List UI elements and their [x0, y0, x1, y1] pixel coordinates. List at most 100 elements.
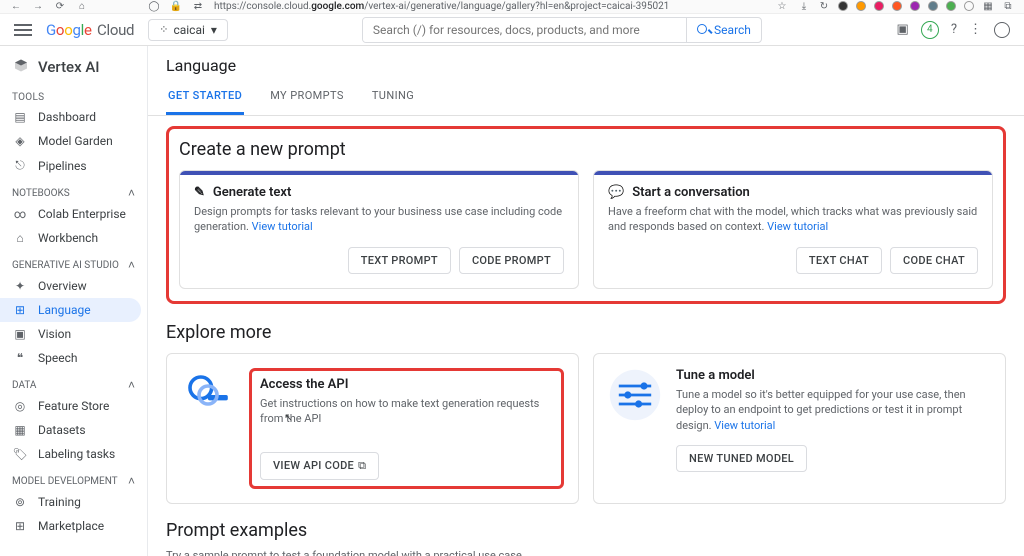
chevron-down-icon: ▾ [211, 23, 217, 37]
sidebar-item-datasets[interactable]: ▦Datasets [0, 418, 147, 442]
pencil-icon: ✎ [194, 185, 205, 200]
external-link-icon: ⧉ [358, 459, 366, 473]
vertex-ai-icon [12, 58, 30, 76]
url-prefix: https://console.cloud. [214, 1, 311, 12]
text-prompt-button[interactable]: TEXT PROMPT [348, 247, 451, 274]
pipelines-icon: ⎋ [12, 158, 28, 173]
speech-icon: ❝ [12, 351, 28, 365]
browser-chrome: ← → ⟳ ⌂ ◯ 🔒 ⇄ https://console.cloud.goog… [0, 0, 1024, 14]
sidebar-item-colab-enterprise[interactable]: ∞Colab Enterprise [0, 202, 147, 226]
tab-tuning[interactable]: TUNING [370, 79, 416, 115]
download-icon[interactable]: ⤓ [798, 1, 810, 13]
sliders-illustration [608, 368, 662, 422]
menu-icon[interactable] [14, 24, 32, 36]
terminal-icon[interactable]: ▣ [897, 22, 909, 37]
new-tuned-model-button[interactable]: NEW TUNED MODEL [676, 445, 807, 472]
search-icon [697, 23, 710, 37]
create-heading: Create a new prompt [179, 139, 993, 160]
model-garden-icon: ◈ [12, 134, 28, 148]
notifications-badge[interactable]: 4 [921, 21, 939, 39]
prompt-examples-heading: Prompt examples [166, 520, 1006, 541]
logo[interactable]: Google Cloud [46, 21, 134, 39]
sidebar-item-speech[interactable]: ❝Speech [0, 346, 147, 370]
card-generate-text: ✎ Generate text Design prompts for tasks … [179, 170, 579, 289]
sidebar-item-dashboard[interactable]: ▤Dashboard [0, 105, 147, 129]
sync-icon[interactable]: ↻ [818, 1, 830, 13]
feature-store-icon: ◎ [12, 399, 28, 413]
ext-icon[interactable] [928, 1, 938, 11]
section-model-dev[interactable]: MODEL DEVELOPMENT˄ [0, 466, 147, 490]
search-button[interactable]: Search [686, 18, 761, 42]
chevron-up-icon: ˄ [128, 378, 135, 392]
card-title: Start a conversation [632, 185, 750, 200]
project-icon: ⁘ [159, 23, 167, 36]
ext-icon[interactable] [838, 1, 848, 11]
url-domain: google.com [311, 1, 364, 12]
sidebar-item-marketplace[interactable]: ⊞Marketplace [0, 514, 147, 538]
section-tools: TOOLS [0, 84, 147, 105]
project-picker[interactable]: ⁘ caicai ▾ [148, 19, 228, 41]
card-desc: Tune a model so it's better equipped for… [676, 387, 991, 433]
ext-icon[interactable] [964, 1, 974, 11]
text-chat-button[interactable]: TEXT CHAT [796, 247, 882, 274]
create-prompt-section-highlight: Create a new prompt ✎ Generate text Desig… [166, 126, 1006, 304]
ext-icon[interactable] [910, 1, 920, 11]
code-chat-button[interactable]: CODE CHAT [890, 247, 978, 274]
page-title: Language [148, 46, 1024, 79]
tabs: GET STARTED MY PROMPTS TUNING [148, 79, 1024, 116]
view-tutorial-link[interactable]: View tutorial [252, 220, 313, 233]
avatar[interactable] [994, 22, 1010, 38]
sidebar: Vertex AI TOOLS ▤Dashboard ◈Model Garden… [0, 46, 148, 556]
sidebar-item-workbench[interactable]: ⌂Workbench [0, 226, 147, 250]
sidebar-item-vision[interactable]: ▣Vision [0, 322, 147, 346]
code-prompt-button[interactable]: CODE PROMPT [459, 247, 564, 274]
tab-my-prompts[interactable]: MY PROMPTS [268, 79, 346, 115]
explore-heading: Explore more [166, 322, 1006, 343]
sidebar-item-training[interactable]: ⊚Training [0, 490, 147, 514]
copy-icon[interactable]: ⧉ [1002, 1, 1014, 13]
section-data[interactable]: DATA˄ [0, 370, 147, 394]
ext-icon[interactable] [874, 1, 884, 11]
product-title[interactable]: Vertex AI [0, 50, 147, 84]
section-genai[interactable]: GENERATIVE AI STUDIO˄ [0, 250, 147, 274]
section-notebooks[interactable]: NOTEBOOKS˄ [0, 178, 147, 202]
card-title: Generate text [213, 185, 291, 200]
sidebar-item-feature-store[interactable]: ◎Feature Store [0, 394, 147, 418]
card-desc: Have a freeform chat with the model, whi… [608, 204, 978, 235]
sidebar-item-pipelines[interactable]: ⎋Pipelines [0, 153, 147, 178]
card-desc: Design prompts for tasks relevant to you… [194, 204, 564, 235]
card-title: Tune a model [676, 368, 991, 383]
search-box[interactable]: Search [362, 17, 762, 43]
ext-icon[interactable] [946, 1, 956, 11]
back-icon[interactable]: ← [10, 1, 22, 13]
help-icon[interactable]: ? [951, 22, 957, 37]
lock-icon: 🔒 [170, 1, 182, 13]
sidebar-item-model-garden[interactable]: ◈Model Garden [0, 129, 147, 153]
card-tune-model: Tune a model Tune a model so it's better… [593, 353, 1006, 504]
search-input[interactable] [363, 18, 686, 42]
sidebar-item-labeling-tasks[interactable]: 🏷Labeling tasks [0, 442, 147, 466]
labeling-icon: 🏷 [12, 447, 28, 461]
chat-icon: 💬 [608, 185, 624, 200]
sidebar-item-language[interactable]: ⊞Language [0, 298, 141, 322]
gcp-header: Google Cloud ⁘ caicai ▾ Search ▣ 4 ? ⋮ [0, 14, 1024, 46]
prompt-examples-line1: Try a sample prompt to test a foundation… [166, 549, 1006, 556]
project-name: caicai [173, 23, 204, 37]
more-icon[interactable]: ⋮ [969, 22, 982, 37]
star-icon[interactable]: ☆ [776, 1, 788, 13]
view-tutorial-link[interactable]: View tutorial [767, 220, 828, 233]
colab-icon: ∞ [12, 207, 28, 221]
reload-icon[interactable]: ⟳ [54, 1, 66, 13]
view-api-code-button[interactable]: VIEW API CODE ⧉ [260, 452, 379, 480]
ext-icon[interactable] [856, 1, 866, 11]
extensions-icon[interactable]: ▦ [982, 1, 994, 13]
ext-icon[interactable] [892, 1, 902, 11]
dashboard-icon: ▤ [12, 110, 28, 124]
home-icon[interactable]: ⌂ [76, 1, 88, 13]
forward-icon[interactable]: → [32, 1, 44, 13]
tab-get-started[interactable]: GET STARTED [166, 79, 244, 115]
training-icon: ⊚ [12, 495, 28, 509]
view-tutorial-link[interactable]: View tutorial [714, 419, 775, 432]
url-bar[interactable]: https://console.cloud.google.com/vertex-… [214, 1, 766, 12]
sidebar-item-overview[interactable]: ✦Overview [0, 274, 147, 298]
